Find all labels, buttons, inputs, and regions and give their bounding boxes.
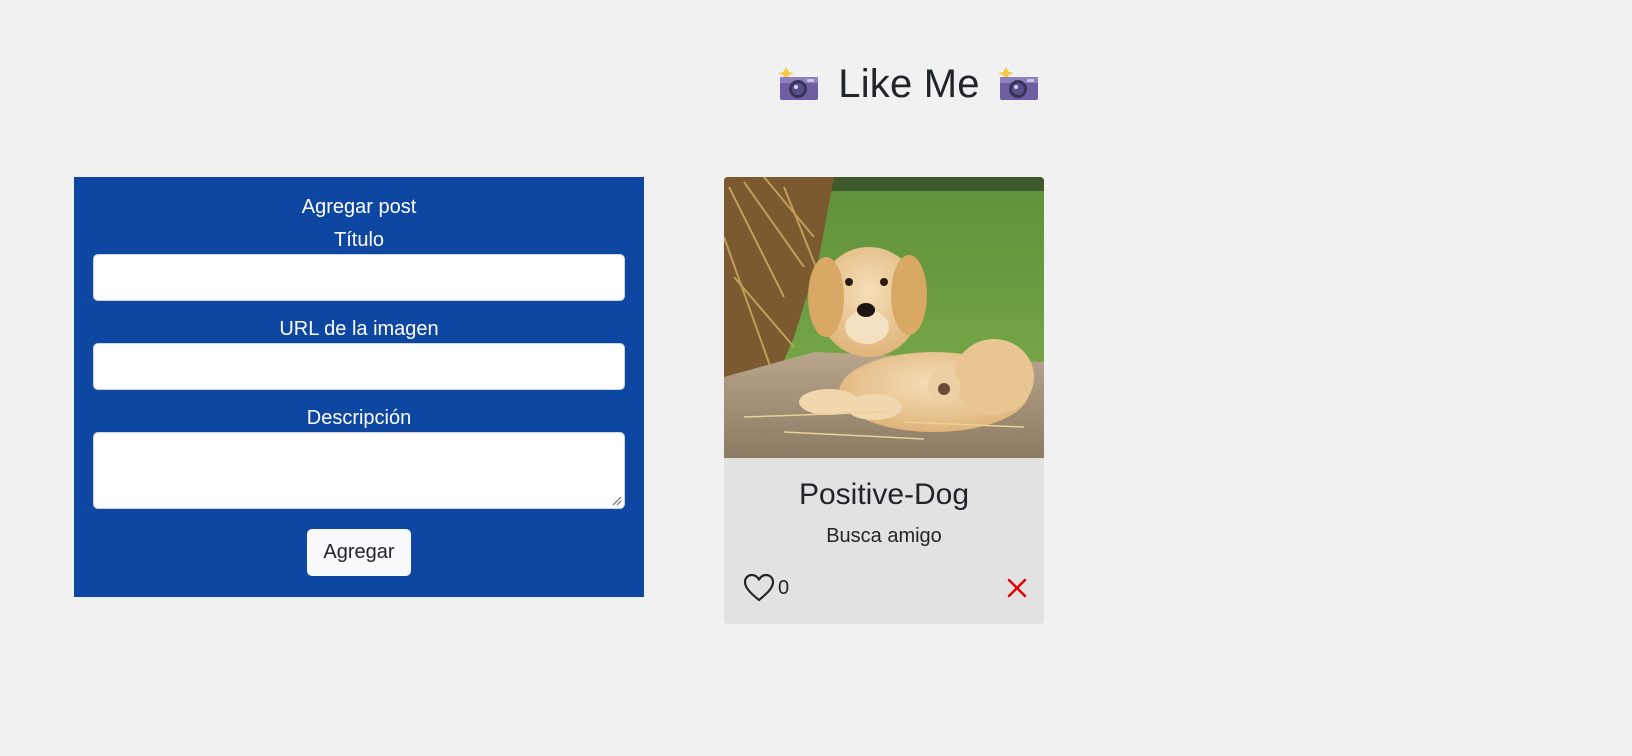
post-footer: 0 <box>743 572 1027 604</box>
image-url-label: URL de la imagen <box>279 318 439 340</box>
add-post-form: Agregar post Título URL de la imagen Des… <box>74 177 644 597</box>
image-url-input[interactable] <box>93 343 625 390</box>
header-inner: Like Me <box>778 62 1039 107</box>
like-control: 0 <box>743 573 789 603</box>
description-textarea[interactable] <box>93 432 625 509</box>
like-count: 0 <box>778 576 790 599</box>
heart-outline-icon[interactable] <box>743 573 775 603</box>
camera-flash-icon <box>997 67 1038 100</box>
description-label: Descripción <box>306 407 412 429</box>
app: Like Me Agregar post Título URL de la im… <box>0 0 1632 756</box>
post-title: Positive-Dog <box>798 478 970 511</box>
title-label: Título <box>333 229 385 251</box>
page-title: Like Me <box>838 61 980 106</box>
post-image <box>724 177 1044 458</box>
x-icon[interactable] <box>1007 578 1027 598</box>
submit-row: Agregar <box>93 529 625 576</box>
form-heading: Agregar post <box>301 196 417 218</box>
add-post-button[interactable]: Agregar <box>307 529 411 576</box>
page-header: Like Me <box>0 52 1632 116</box>
title-input[interactable] <box>93 254 625 301</box>
post-description: Busca amigo <box>826 525 942 547</box>
post-card: Positive-Dog Busca amigo 0 <box>724 177 1044 624</box>
camera-flash-icon <box>778 67 819 100</box>
resize-grip-icon[interactable] <box>612 496 622 506</box>
